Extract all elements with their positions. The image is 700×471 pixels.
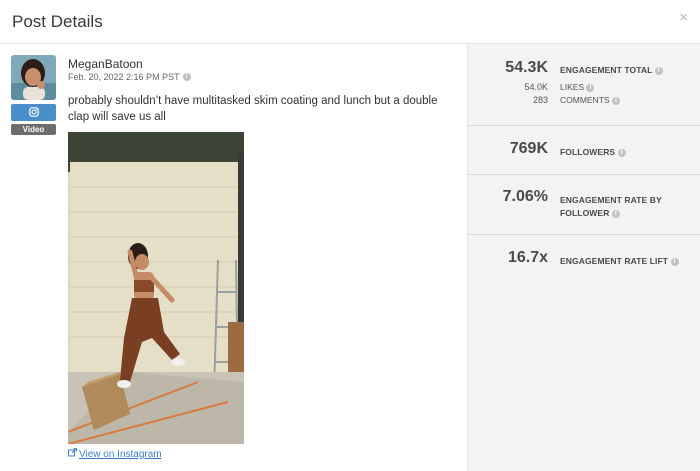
- info-icon[interactable]: i: [611, 209, 620, 218]
- followers-value: 769K: [509, 140, 548, 157]
- engagement-lift-label: ENGAGEMENT RATE LIFT i: [560, 255, 679, 268]
- info-icon[interactable]: i: [654, 66, 663, 75]
- engagement-lift-label-text: ENGAGEMENT RATE LIFT: [560, 256, 669, 266]
- engagement-total-block: 54.3K ENGAGEMENT TOTAL i 54.0K LIKES i 2…: [468, 44, 700, 126]
- instagram-icon: [28, 104, 39, 122]
- engagement-total-label-text: ENGAGEMENT TOTAL: [560, 65, 653, 75]
- comments-value: 283: [532, 95, 548, 105]
- post-date: Feb. 20, 2022 2:16 PM PST i: [68, 72, 191, 82]
- close-icon[interactable]: ×: [679, 9, 688, 26]
- post-caption: probably shouldn’t have multitasked skim…: [68, 95, 438, 123]
- followers-label-text: FOLLOWERS: [560, 147, 616, 157]
- info-icon[interactable]: i: [182, 73, 191, 81]
- comments-label: COMMENTS i: [560, 95, 620, 105]
- engagement-rate-label-line2: FOLLOWER: [560, 208, 610, 218]
- engagement-rate-label-line1: ENGAGEMENT RATE BY: [560, 195, 662, 205]
- info-icon[interactable]: i: [617, 148, 626, 157]
- modal-header: Post Details ×: [0, 0, 700, 44]
- engagement-total-value: 54.3K: [505, 59, 548, 76]
- engagement-rate-label-line2-wrap: FOLLOWER i: [560, 207, 662, 220]
- engagement-rate-label: ENGAGEMENT RATE BY FOLLOWER i: [560, 194, 662, 220]
- info-icon[interactable]: i: [670, 257, 679, 266]
- post-date-text: Feb. 20, 2022 2:16 PM PST: [68, 72, 180, 82]
- post-username: MeganBatoon: [68, 57, 143, 71]
- avatar: [11, 55, 56, 100]
- comments-label-text: COMMENTS: [560, 95, 610, 105]
- post-media[interactable]: [68, 132, 244, 444]
- metrics-panel: 54.3K ENGAGEMENT TOTAL i 54.0K LIKES i 2…: [467, 44, 700, 471]
- followers-label: FOLLOWERS i: [560, 146, 626, 159]
- followers-block: 769K FOLLOWERS i: [468, 126, 700, 175]
- likes-label-text: LIKES: [560, 82, 585, 92]
- engagement-lift-value: 16.7x: [507, 249, 548, 266]
- engagement-rate-value: 7.06%: [502, 188, 548, 205]
- post-content: Video MeganBatoon Feb. 20, 2022 2:16 PM …: [0, 44, 467, 471]
- likes-label: LIKES i: [560, 82, 595, 92]
- external-link-icon: [68, 448, 77, 460]
- info-icon[interactable]: i: [586, 83, 595, 92]
- engagement-rate-block: 7.06% ENGAGEMENT RATE BY FOLLOWER i: [468, 175, 700, 235]
- media-type-badge: Video: [11, 124, 56, 135]
- engagement-total-label: ENGAGEMENT TOTAL i: [560, 64, 663, 77]
- modal-title: Post Details: [12, 12, 103, 31]
- info-icon[interactable]: i: [611, 96, 620, 105]
- view-on-instagram-link[interactable]: View on Instagram: [68, 448, 162, 460]
- engagement-lift-block: 16.7x ENGAGEMENT RATE LIFT i: [468, 235, 700, 284]
- platform-badge: [11, 104, 56, 121]
- view-link-text: View on Instagram: [79, 448, 162, 460]
- likes-value: 54.0K: [524, 82, 548, 92]
